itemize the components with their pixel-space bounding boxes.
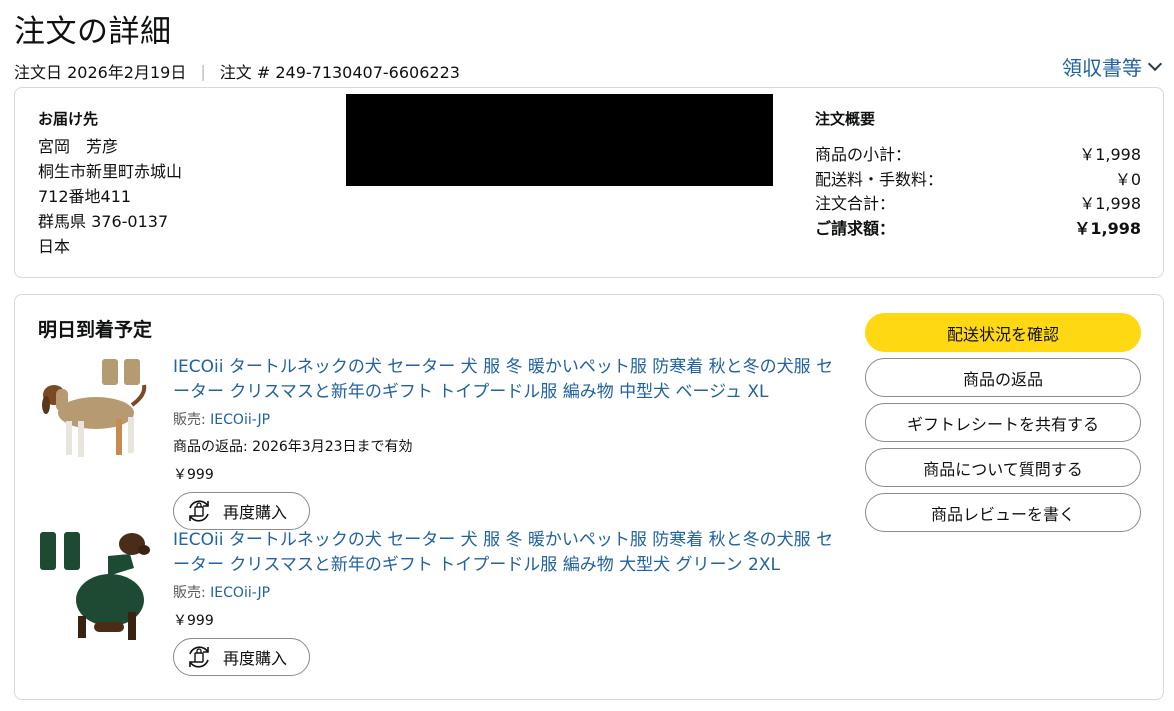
address-line: 712番地411 <box>38 187 132 206</box>
buy-again-label: 再度購入 <box>223 649 288 668</box>
summary-row-billed: ご請求額： ￥1,998 <box>815 217 1141 242</box>
summary-label: 配送料・手数料： <box>815 169 944 189</box>
buy-again-button[interactable]: 再度購入 <box>173 638 310 676</box>
product-title-link[interactable]: IECOii タートルネックの犬 セーター 犬 服 冬 暖かいペット服 防寒着 … <box>173 355 843 405</box>
item-details: IECOii タートルネックの犬 セーター 犬 服 冬 暖かいペット服 防寒着 … <box>173 528 843 676</box>
shipment-actions: 配送状況を確認 商品の返品 ギフトレシートを共有する 商品について質問する 商品… <box>865 313 1141 538</box>
summary-value: ￥1,998 <box>1074 218 1141 238</box>
sweater-swatch <box>124 359 140 385</box>
sweater-swatch <box>64 532 80 570</box>
shipping-address: 宮岡 芳彦 桐生市新里町赤城山 712番地411 群馬県 376-0137 日本 <box>38 134 182 259</box>
item-details: IECOii タートルネックの犬 セーター 犬 服 冬 暖かいペット服 防寒着 … <box>173 355 843 530</box>
sweater-swatch <box>102 359 118 385</box>
summary-value: ￥1,998 <box>1079 194 1141 213</box>
item-price: ￥999 <box>173 613 214 629</box>
order-info-box: お届け先 宮岡 芳彦 桐生市新里町赤城山 712番地411 群馬県 376-01… <box>14 87 1164 278</box>
summary-title: 注文概要 <box>815 110 876 128</box>
seller-line: 販売: IECOii-JP <box>173 409 843 429</box>
summary-value: ￥1,998 <box>1079 145 1141 164</box>
address-line: 日本 <box>38 237 71 256</box>
receipt-link-label[interactable]: 領収書等 <box>1062 52 1142 81</box>
summary-row-subtotal: 商品の小計： ￥1,998 <box>815 143 1141 168</box>
seller-label: 販売: <box>173 412 206 428</box>
order-date: 注文日 2026年2月19日 <box>14 63 187 82</box>
receipt-dropdown[interactable]: 領収書等 <box>1062 52 1163 81</box>
shipment-box: 明日到着予定 IECOii タートルネックの犬 セーター 犬 服 冬 暖かいペッ… <box>14 294 1164 700</box>
write-review-button[interactable]: 商品レビューを書く <box>865 493 1141 532</box>
summary-value: ￥0 <box>1114 169 1141 189</box>
item-price: ￥999 <box>173 467 214 483</box>
buy-again-label: 再度購入 <box>223 503 288 522</box>
order-meta: 注文日 2026年2月19日 | 注文 # 249-7130407-660622… <box>14 59 460 83</box>
order-number: 注文 # 249-7130407-6606223 <box>219 63 460 82</box>
chevron-down-icon <box>1147 56 1163 71</box>
seller-link[interactable]: IECOii-JP <box>210 585 270 601</box>
return-eligibility: 商品の返品: 2026年3月23日まで有効 <box>173 439 413 455</box>
buy-again-icon <box>189 500 209 522</box>
buy-again-icon <box>189 646 209 668</box>
order-summary: 注文概要 商品の小計： ￥1,998 配送料・手数料： ￥0 注文合計： ￥1,… <box>815 108 1141 241</box>
sweater-swatch <box>40 532 56 570</box>
delivery-status: 明日到着予定 <box>38 319 153 341</box>
ask-product-question-button[interactable]: 商品について質問する <box>865 448 1141 487</box>
summary-label: 注文合計： <box>815 194 896 213</box>
meta-separator: | <box>200 61 206 81</box>
track-package-button[interactable]: 配送状況を確認 <box>865 313 1141 352</box>
summary-row-order-total: 注文合計： ￥1,998 <box>815 192 1141 217</box>
share-gift-receipt-button[interactable]: ギフトレシートを共有する <box>865 403 1141 442</box>
seller-line: 販売: IECOii-JP <box>173 582 843 602</box>
seller-label: 販売: <box>173 585 206 601</box>
product-image-dog-beige[interactable] <box>38 355 152 475</box>
product-title-link[interactable]: IECOii タートルネックの犬 セーター 犬 服 冬 暖かいペット服 防寒着 … <box>173 528 843 578</box>
product-image-dog-green[interactable] <box>38 528 152 648</box>
address-line: 群馬県 376-0137 <box>38 212 169 231</box>
summary-row-shipping: 配送料・手数料： ￥0 <box>815 168 1141 193</box>
page-title: 注文の詳細 <box>14 14 172 50</box>
address-line: 桐生市新里町赤城山 <box>38 162 183 181</box>
summary-label: 商品の小計： <box>815 145 912 164</box>
summary-label: ご請求額： <box>815 218 896 238</box>
redacted-region <box>346 94 773 186</box>
return-items-button[interactable]: 商品の返品 <box>865 358 1141 397</box>
seller-link[interactable]: IECOii-JP <box>210 412 270 428</box>
address-heading: お届け先 <box>38 110 99 128</box>
address-line: 宮岡 芳彦 <box>38 137 119 156</box>
buy-again-button[interactable]: 再度購入 <box>173 492 310 530</box>
